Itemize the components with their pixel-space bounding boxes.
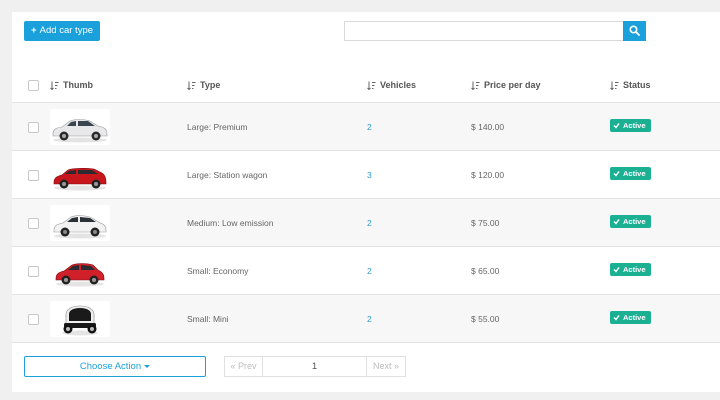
row-type: Small: Mini xyxy=(187,314,229,324)
sort-icon xyxy=(50,81,59,90)
row-price: $ 65.00 xyxy=(471,266,500,276)
row-vehicles-link[interactable]: 2 xyxy=(367,266,372,276)
page-number: 1 xyxy=(311,361,318,372)
check-icon xyxy=(613,315,620,321)
add-car-type-button[interactable]: + Add car type xyxy=(24,21,100,41)
status-label: Active xyxy=(623,121,646,130)
page-number-input[interactable]: 1 xyxy=(263,356,366,377)
status-badge: Active xyxy=(610,167,651,180)
row-checkbox[interactable] xyxy=(28,314,39,325)
check-icon xyxy=(613,219,620,225)
sedan-car-icon xyxy=(52,119,108,143)
search-icon xyxy=(629,25,640,36)
header-type-label: Type xyxy=(200,80,221,90)
status-label: Active xyxy=(623,169,646,178)
row-checkbox[interactable] xyxy=(28,218,39,229)
row-vehicles-link[interactable]: 2 xyxy=(367,218,372,228)
mini-car-icon xyxy=(62,305,98,336)
row-vehicles-link[interactable]: 2 xyxy=(367,314,372,324)
status-badge: Active xyxy=(610,263,651,276)
table-row: Medium: Low emission 2 $ 75.00 Active xyxy=(12,199,720,247)
search-input[interactable] xyxy=(344,21,623,41)
sort-icon xyxy=(187,81,196,90)
row-price: $ 140.00 xyxy=(471,122,505,132)
table-row: Small: Economy 2 $ 65.00 Active xyxy=(12,247,720,295)
table-row: Large: Station wagon 3 $ 120.00 Active xyxy=(12,151,720,199)
row-price: $ 55.00 xyxy=(471,314,500,324)
row-checkbox[interactable] xyxy=(28,266,39,277)
header-type[interactable]: Type xyxy=(187,80,220,90)
search-button[interactable] xyxy=(623,21,646,41)
row-price: $ 120.00 xyxy=(471,170,505,180)
status-badge: Active xyxy=(610,119,651,132)
header-price[interactable]: Price per day xyxy=(471,80,541,90)
next-page-button[interactable]: Next » xyxy=(366,356,406,377)
car-thumbnail xyxy=(50,301,110,337)
choose-action-dropdown[interactable]: Choose Action xyxy=(24,356,206,377)
ev-car-icon xyxy=(53,215,107,239)
sort-icon xyxy=(471,81,480,90)
header-status[interactable]: Status xyxy=(610,80,651,90)
header-vehicles-label: Vehicles xyxy=(380,80,417,90)
status-badge: Active xyxy=(610,311,651,324)
car-thumbnail xyxy=(50,205,110,241)
next-label: Next » xyxy=(372,361,399,371)
header-vehicles[interactable]: Vehicles xyxy=(367,80,416,90)
row-vehicles-link[interactable]: 3 xyxy=(367,170,372,180)
check-icon xyxy=(613,171,620,177)
car-thumbnail xyxy=(50,157,110,193)
station-wagon-car-icon xyxy=(53,168,107,191)
table-row: Small: Mini 2 $ 55.00 Active xyxy=(12,295,720,343)
hatchback-car-icon xyxy=(55,263,105,287)
sort-icon xyxy=(610,81,619,90)
header-price-label: Price per day xyxy=(484,80,541,90)
prev-page-button[interactable]: « Prev xyxy=(224,356,263,377)
status-label: Active xyxy=(623,313,646,322)
header-status-label: Status xyxy=(623,80,651,90)
prev-label: « Prev xyxy=(230,361,257,371)
row-price: $ 75.00 xyxy=(471,218,500,228)
sort-icon xyxy=(367,81,376,90)
table-row: Large: Premium 2 $ 140.00 Active xyxy=(12,103,720,151)
status-label: Active xyxy=(623,217,646,226)
caret-down-icon xyxy=(144,364,151,368)
car-thumbnail xyxy=(50,253,110,289)
choose-action-label: Choose Action xyxy=(79,361,142,372)
row-vehicles-link[interactable]: 2 xyxy=(367,122,372,132)
plus-icon: + xyxy=(30,25,37,36)
row-type: Small: Economy xyxy=(187,266,249,276)
check-icon xyxy=(613,267,620,273)
row-type: Large: Premium xyxy=(187,122,248,132)
add-car-type-label: Add car type xyxy=(39,25,94,36)
status-badge: Active xyxy=(610,215,651,228)
row-checkbox[interactable] xyxy=(28,170,39,181)
row-checkbox[interactable] xyxy=(28,122,39,133)
row-type: Large: Station wagon xyxy=(187,170,268,180)
check-icon xyxy=(613,123,620,129)
car-thumbnail xyxy=(50,109,110,145)
header-thumb-label: Thumb xyxy=(63,80,93,90)
row-type: Medium: Low emission xyxy=(187,218,274,228)
select-all-checkbox[interactable] xyxy=(28,80,39,91)
status-label: Active xyxy=(623,265,646,274)
header-thumb[interactable]: Thumb xyxy=(50,80,93,90)
